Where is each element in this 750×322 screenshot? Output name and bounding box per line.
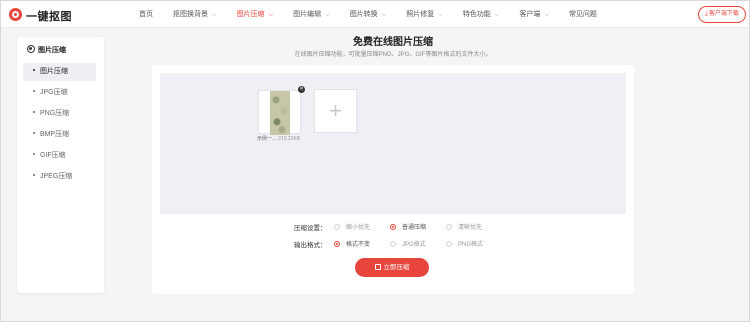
bullet-icon [33,111,35,113]
plus-icon: + [329,98,342,123]
chevron-down-icon: ⌵ [381,12,387,18]
sidebar-item-image-compress[interactable]: 图片压缩 [23,63,96,81]
nav-faq-label: 常见问题 [568,11,597,18]
nav-cutout-background[interactable]: 抠图换背景 ⌵ [163,1,227,28]
bullet-icon [33,153,35,155]
download-icon: ⤓ [705,11,708,17]
option-shrink-first[interactable]: 缩小优先 [334,222,370,231]
chevron-down-icon: ⌵ [544,12,549,18]
radio-icon [446,241,452,247]
chevron-down-icon: ⌵ [212,12,217,18]
nav-client-label: 客户端 [519,11,541,18]
remove-file-close-icon[interactable]: ✕ [298,86,305,93]
sidebar-heading: 图片压缩 [27,45,66,55]
option-jpg-format[interactable]: JPG格式 [390,239,426,248]
sidebar-item-label: JPEG压缩 [40,173,73,180]
option-label: JPG格式 [402,242,426,248]
bullet-icon [33,90,35,92]
sidebar-item-label: BMP压缩 [40,131,70,138]
chevron-down-icon: ⌵ [494,12,500,18]
radio-checked-icon [390,224,396,230]
nav-photo-repair[interactable]: 照片修复 ⌵ [396,1,453,28]
target-icon [27,45,35,53]
bullet-icon [33,69,35,71]
page-subtitle: 在线图片压缩功能，可批量压缩PNG、JPG、GIF等图片格式的文件大小。 [294,52,492,58]
sidebar-item-label: PNG压缩 [40,110,70,117]
nav-image-compress[interactable]: 图片压缩 ⌵ [227,1,284,28]
option-label: 普通压缩 [402,225,427,231]
chevron-down-icon: ⌵ [438,12,443,18]
radio-icon [334,224,340,230]
sidebar: 图片压缩 图片压缩 JPG压缩 PNG压缩 BMP压缩 GIF压缩 JPEG压缩 [17,37,104,293]
nav-home-label: 首页 [139,11,153,18]
compress-now-button[interactable]: 立即压缩 [355,258,429,277]
sidebar-heading-label: 图片压缩 [38,47,66,54]
nav-image-compress-label: 图片压缩 [236,11,265,18]
option-label: 清晰优先 [458,225,483,231]
compress-icon [374,264,381,270]
nav-special-features-label: 特色功能 [462,11,491,18]
file-caption: 示例一... 210.22KB [257,135,307,142]
sidebar-item-png-compress[interactable]: PNG压缩 [23,105,96,123]
sidebar-item-jpg-compress[interactable]: JPG压缩 [23,84,96,102]
file-size: 210.22KB [278,136,301,142]
sidebar-item-label: 图片压缩 [40,68,68,75]
client-download-label: 客户端下载 [708,11,739,17]
nav-client[interactable]: 客户端 ⌵ [509,1,559,28]
option-label: 缩小优先 [346,225,371,231]
top-navigation-bar: 一键抠图 首页 抠图换背景 ⌵ 图片压缩 ⌵ 图片编辑 ⌵ 图片转换 ⌵ 照片修复 ⌵ 特… [1,1,749,28]
nav-faq[interactable]: 常见问题 [559,1,607,28]
sidebar-item-bmp-compress[interactable]: BMP压缩 [23,126,96,144]
file-name: 示例一... [257,136,277,142]
chevron-down-icon: ⌵ [268,12,274,18]
sidebar-item-gif-compress[interactable]: GIF压缩 [23,147,96,165]
option-clarity-first[interactable]: 清晰优先 [446,222,482,231]
radio-checked-icon [334,241,340,247]
uploaded-image-preview [270,91,290,135]
compress-settings-label: 压缩设置： [294,225,327,232]
nav-image-convert-label: 图片转换 [349,11,378,18]
brand-logo-icon[interactable] [9,8,22,21]
brand-name[interactable]: 一键抠图 [26,8,72,24]
nav-home[interactable]: 首页 [129,1,163,28]
page-title: 免费在线图片压缩 [353,37,433,48]
chevron-down-icon: ⌵ [325,12,330,18]
option-label: PNG格式 [458,242,484,248]
upload-drop-area[interactable] [160,73,626,214]
output-format-label: 输出格式： [294,242,327,249]
nav-image-convert[interactable]: 图片转换 ⌵ [340,1,397,28]
main-nav: 首页 抠图换背景 ⌵ 图片压缩 ⌵ 图片编辑 ⌵ 图片转换 ⌵ 照片修复 ⌵ 特色功能 ⌵ … [129,1,607,28]
nav-photo-repair-label: 照片修复 [406,11,435,18]
client-download-button[interactable]: ⤓客户端下载 [698,6,746,23]
nav-special-features[interactable]: 特色功能 ⌵ [453,1,510,28]
option-normal-compress[interactable]: 普通压缩 [390,222,426,231]
sidebar-item-jpeg-compress[interactable]: JPEG压缩 [23,168,96,186]
uploaded-file-thumbnail[interactable] [258,90,301,135]
bullet-icon [33,174,35,176]
option-png-format[interactable]: PNG格式 [446,239,483,248]
sidebar-item-label: JPG压缩 [40,89,68,96]
radio-icon [390,241,396,247]
add-file-button[interactable]: + [314,89,357,133]
bullet-icon [33,132,35,134]
nav-image-edit[interactable]: 图片编辑 ⌵ [283,1,340,28]
nav-image-edit-label: 图片编辑 [293,11,322,18]
nav-cutout-background-label: 抠图换背景 [173,11,208,18]
option-keep-format[interactable]: 格式不变 [334,239,370,248]
radio-icon [446,224,452,230]
compress-now-label: 立即压缩 [383,264,410,271]
option-label: 格式不变 [346,242,371,248]
sidebar-item-label: GIF压缩 [40,152,66,159]
